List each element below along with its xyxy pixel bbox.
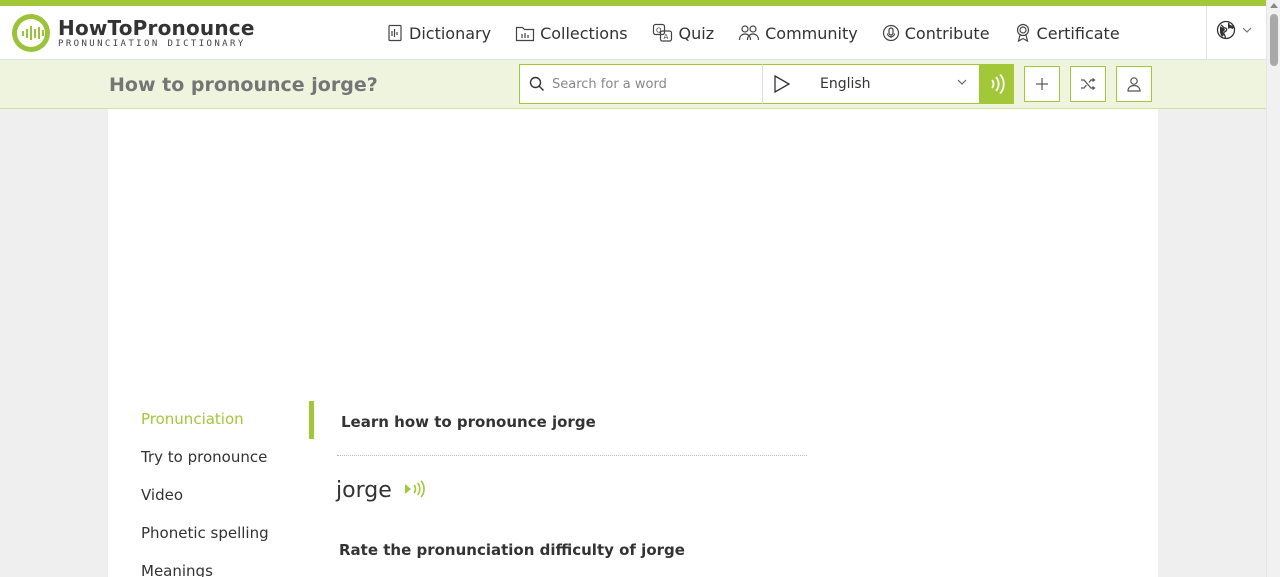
logo-icon (12, 14, 50, 52)
pronunciation-section: Learn how to pronounce jorge jorge Rate … (309, 401, 807, 559)
nav-community[interactable]: Community (738, 24, 858, 43)
chevron-down-icon (1242, 27, 1252, 33)
listen-button[interactable] (979, 64, 1014, 104)
add-word-button[interactable] (1024, 66, 1060, 102)
certificate-icon (1016, 23, 1029, 43)
nav-community-label: Community (765, 23, 858, 43)
sound-waves-icon (990, 73, 1005, 95)
nav-certificate-label: Certificate (1036, 23, 1120, 43)
search-icon (529, 76, 544, 91)
section-nav: Pronunciation Try to pronounce Video Pho… (141, 409, 269, 577)
quiz-icon: QA (652, 23, 672, 42)
nav-dictionary[interactable]: Dictionary (386, 24, 491, 43)
section-title: Learn how to pronounce jorge (309, 401, 806, 439)
user-icon (1127, 77, 1141, 92)
user-account-button[interactable] (1116, 66, 1152, 102)
collections-icon (515, 26, 535, 42)
nav-collections[interactable]: Collections (515, 23, 628, 43)
logo-title: HowToPronounce (58, 16, 255, 40)
search-input[interactable] (552, 76, 752, 92)
language-select-value: English (820, 76, 871, 92)
site-logo[interactable]: HowToPronounce PRONUNCIATION DICTIONARY (12, 14, 255, 52)
word-row: jorge (336, 478, 806, 503)
search-bar-section: How to pronounce jorge? English (0, 60, 1266, 109)
language-switcher[interactable] (1216, 20, 1252, 40)
page-title: How to pronounce jorge? (109, 74, 378, 96)
search-box (519, 64, 763, 104)
language-select[interactable]: English (762, 64, 980, 104)
nav-quiz-label: Quiz (678, 23, 715, 43)
nav-dictionary-label: Dictionary (409, 23, 492, 43)
rate-difficulty-label: Rate the pronunciation difficulty of jor… (339, 541, 685, 559)
page-scrollbar[interactable] (1266, 0, 1280, 577)
section-nav-try-to-pronounce[interactable]: Try to pronounce (141, 447, 269, 485)
shuffle-icon (1081, 78, 1096, 90)
globe-icon (1216, 20, 1236, 40)
nav-certificate[interactable]: Certificate (1014, 23, 1120, 43)
nav-collections-label: Collections (540, 23, 628, 43)
section-nav-pronunciation[interactable]: Pronunciation (141, 409, 269, 447)
logo-tagline: PRONUNCIATION DICTIONARY (58, 39, 246, 49)
nav-quiz[interactable]: QA Quiz (652, 23, 715, 43)
section-nav-meanings[interactable]: Meanings (141, 561, 269, 577)
section-nav-phonetic-spelling[interactable]: Phonetic spelling (141, 523, 269, 561)
play-pronunciation-button[interactable] (404, 479, 426, 502)
community-icon (739, 25, 760, 41)
play-icon (774, 74, 791, 94)
header-divider (1206, 6, 1207, 60)
main-content-card: Pronunciation Try to pronounce Video Pho… (108, 109, 1158, 577)
scroll-up-arrow-icon[interactable] (1270, 3, 1278, 8)
svg-text:Q: Q (656, 27, 662, 35)
scrollbar-thumb[interactable] (1270, 14, 1278, 66)
nav-contribute-label: Contribute (904, 23, 990, 43)
site-header: HowToPronounce PRONUNCIATION DICTIONARY … (0, 6, 1266, 60)
speaker-waves-icon (404, 479, 425, 498)
divider (337, 455, 807, 456)
add-icon (1036, 78, 1048, 90)
main-nav: Dictionary Collections QA Quiz Community… (386, 6, 1144, 60)
random-word-button[interactable] (1070, 66, 1106, 102)
chevron-down-icon (957, 79, 967, 85)
section-nav-video[interactable]: Video (141, 485, 269, 523)
svg-text:A: A (663, 33, 668, 41)
microphone-icon (882, 24, 899, 42)
dictionary-icon (388, 24, 402, 42)
word-heading: jorge (336, 478, 392, 503)
nav-contribute[interactable]: Contribute (882, 24, 990, 43)
